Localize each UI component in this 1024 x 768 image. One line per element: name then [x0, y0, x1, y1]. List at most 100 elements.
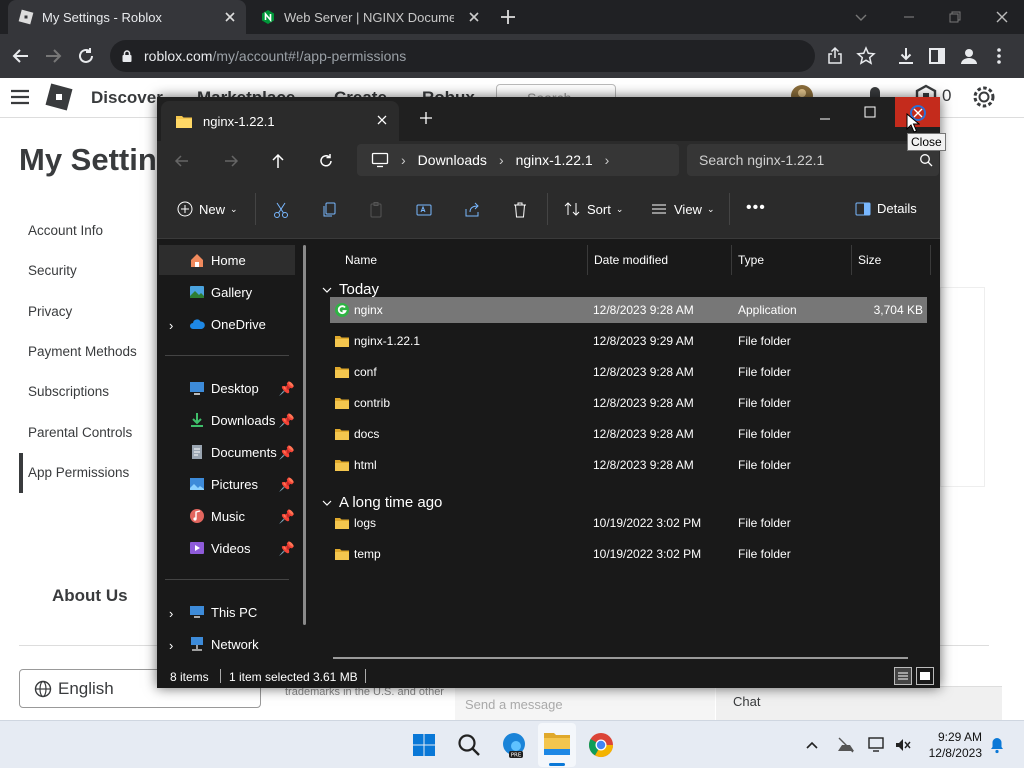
- sidebar-item-parental-controls[interactable]: Parental Controls: [28, 425, 132, 440]
- sidebar-item-privacy[interactable]: Privacy: [28, 304, 72, 319]
- edge-beta-icon[interactable]: PRE: [498, 729, 530, 761]
- file-row-conf[interactable]: conf 12/8/2023 9:28 AM File folder: [330, 359, 927, 385]
- nav-item-gallery[interactable]: Gallery: [159, 277, 295, 307]
- paste-icon[interactable]: [367, 201, 385, 219]
- nav-item-documents[interactable]: Documents 📌: [159, 437, 295, 467]
- pin-icon[interactable]: 📌: [279, 477, 295, 493]
- pin-icon[interactable]: 📌: [279, 381, 295, 397]
- file-row-html[interactable]: html 12/8/2023 9:28 AM File folder: [330, 452, 927, 478]
- explorer-search-input[interactable]: Search nginx-1.22.1: [687, 144, 939, 176]
- pin-icon[interactable]: 📌: [279, 413, 295, 429]
- nav-item-videos[interactable]: Videos 📌: [159, 533, 295, 563]
- more-options-icon[interactable]: •••: [746, 199, 766, 217]
- minimize-icon[interactable]: [900, 8, 918, 26]
- hamburger-menu-icon[interactable]: [10, 88, 30, 106]
- bookmark-star-icon[interactable]: [855, 45, 877, 67]
- address-bar[interactable]: roblox.com/my/account#!/app-permissions: [110, 40, 815, 72]
- minimize-icon[interactable]: [817, 111, 833, 127]
- new-tab-icon[interactable]: [419, 111, 433, 125]
- tab-my-settings[interactable]: My Settings - Roblox: [8, 0, 246, 34]
- nav-item-downloads[interactable]: Downloads 📌: [159, 405, 295, 435]
- chevron-right-icon[interactable]: ›: [169, 606, 173, 621]
- forward-arrow-icon[interactable]: [222, 152, 240, 170]
- nav-item-onedrive[interactable]: › OneDrive: [159, 309, 295, 339]
- chevron-right-icon[interactable]: ›: [605, 152, 610, 168]
- chat-message-input[interactable]: Send a message: [455, 686, 715, 720]
- notification-bell-icon[interactable]: [988, 736, 1006, 754]
- close-tab-icon[interactable]: [222, 9, 238, 25]
- download-icon[interactable]: [895, 45, 917, 67]
- chat-button[interactable]: Chat: [716, 686, 1002, 720]
- maximize-icon[interactable]: [863, 105, 877, 119]
- new-button[interactable]: New ⌄: [177, 201, 238, 217]
- tab-nginx-docs[interactable]: Web Server | NGINX Documentati: [250, 0, 490, 34]
- file-row-nginx-folder[interactable]: nginx-1.22.1 12/8/2023 9:29 AM File fold…: [330, 328, 927, 354]
- nav-item-desktop[interactable]: Desktop 📌: [159, 373, 295, 403]
- nav-item-this-pc[interactable]: › This PC: [159, 597, 295, 627]
- share-icon[interactable]: [463, 201, 481, 219]
- close-tab-icon[interactable]: [375, 113, 389, 127]
- chevron-right-icon[interactable]: ›: [169, 318, 173, 333]
- windows-start-icon[interactable]: [408, 729, 440, 761]
- tiles-view-button[interactable]: [916, 667, 934, 685]
- delete-icon[interactable]: [511, 201, 529, 219]
- view-button[interactable]: View ⌄: [650, 201, 715, 217]
- nav-item-home[interactable]: Home: [159, 245, 295, 275]
- sidebar-item-payment-methods[interactable]: Payment Methods: [28, 344, 137, 359]
- column-header-date-modified[interactable]: Date modified: [594, 245, 732, 275]
- details-view-button[interactable]: [894, 667, 912, 685]
- volume-muted-icon[interactable]: [893, 735, 913, 755]
- file-row-contrib[interactable]: contrib 12/8/2023 9:28 AM File folder: [330, 390, 927, 416]
- profile-icon[interactable]: [958, 45, 980, 67]
- forward-arrow-icon[interactable]: [42, 45, 64, 67]
- new-tab-icon[interactable]: [498, 7, 518, 27]
- reload-icon[interactable]: [75, 45, 97, 67]
- settings-gear-icon[interactable]: [971, 84, 997, 110]
- column-header-name[interactable]: Name: [345, 245, 588, 275]
- chevron-down-icon[interactable]: [852, 8, 870, 26]
- pin-icon[interactable]: 📌: [279, 541, 295, 557]
- file-row-temp[interactable]: temp 10/19/2022 3:02 PM File folder: [330, 541, 927, 567]
- about-us-link[interactable]: About Us: [52, 586, 128, 606]
- chrome-icon[interactable]: [585, 729, 617, 761]
- nav-discover[interactable]: Discover: [91, 88, 163, 108]
- roblox-logo-icon[interactable]: [44, 82, 74, 112]
- explorer-tab[interactable]: nginx-1.22.1: [161, 101, 399, 141]
- column-header-size[interactable]: Size: [858, 245, 931, 275]
- horizontal-scrollbar[interactable]: [333, 657, 908, 659]
- nav-scrollbar[interactable]: [303, 245, 306, 625]
- more-menu-icon[interactable]: [988, 45, 1010, 67]
- sort-button[interactable]: Sort ⌄: [563, 201, 623, 217]
- close-window-icon[interactable]: [993, 8, 1011, 26]
- group-header-today[interactable]: Today: [321, 281, 379, 298]
- nav-item-network[interactable]: › Network: [159, 629, 295, 659]
- file-row-nginx[interactable]: nginx 12/8/2023 9:28 AM Application 3,70…: [330, 297, 927, 323]
- sidebar-item-account-info[interactable]: Account Info: [28, 223, 103, 238]
- close-tab-icon[interactable]: [466, 9, 482, 25]
- chevron-right-icon[interactable]: ›: [169, 638, 173, 653]
- side-panel-icon[interactable]: [926, 45, 948, 67]
- sidebar-item-subscriptions[interactable]: Subscriptions: [28, 384, 109, 399]
- sidebar-item-app-permissions[interactable]: App Permissions: [28, 465, 129, 480]
- refresh-icon[interactable]: [317, 152, 335, 170]
- share-icon[interactable]: [824, 45, 846, 67]
- breadcrumb-downloads[interactable]: Downloads: [418, 152, 487, 168]
- copy-icon[interactable]: [320, 201, 338, 219]
- taskbar-clock[interactable]: 9:29 AM 12/8/2023: [920, 729, 982, 761]
- back-arrow-icon[interactable]: [173, 152, 191, 170]
- breadcrumb-nginx[interactable]: nginx-1.22.1: [516, 152, 593, 168]
- pin-icon[interactable]: 📌: [279, 509, 295, 525]
- restore-icon[interactable]: [946, 8, 964, 26]
- pin-icon[interactable]: 📌: [279, 445, 295, 461]
- back-arrow-icon[interactable]: [10, 45, 32, 67]
- taskbar-explorer-active[interactable]: [538, 723, 576, 767]
- cut-icon[interactable]: [272, 201, 290, 219]
- column-header-type[interactable]: Type: [738, 245, 852, 275]
- lock-icon[interactable]: [120, 49, 134, 63]
- sidebar-item-security[interactable]: Security: [28, 263, 77, 278]
- rename-icon[interactable]: [415, 201, 433, 219]
- nav-item-music[interactable]: Music 📌: [159, 501, 295, 531]
- file-row-docs[interactable]: docs 12/8/2023 9:28 AM File folder: [330, 421, 927, 447]
- search-icon[interactable]: [453, 729, 485, 761]
- file-row-logs[interactable]: logs 10/19/2022 3:02 PM File folder: [330, 510, 927, 536]
